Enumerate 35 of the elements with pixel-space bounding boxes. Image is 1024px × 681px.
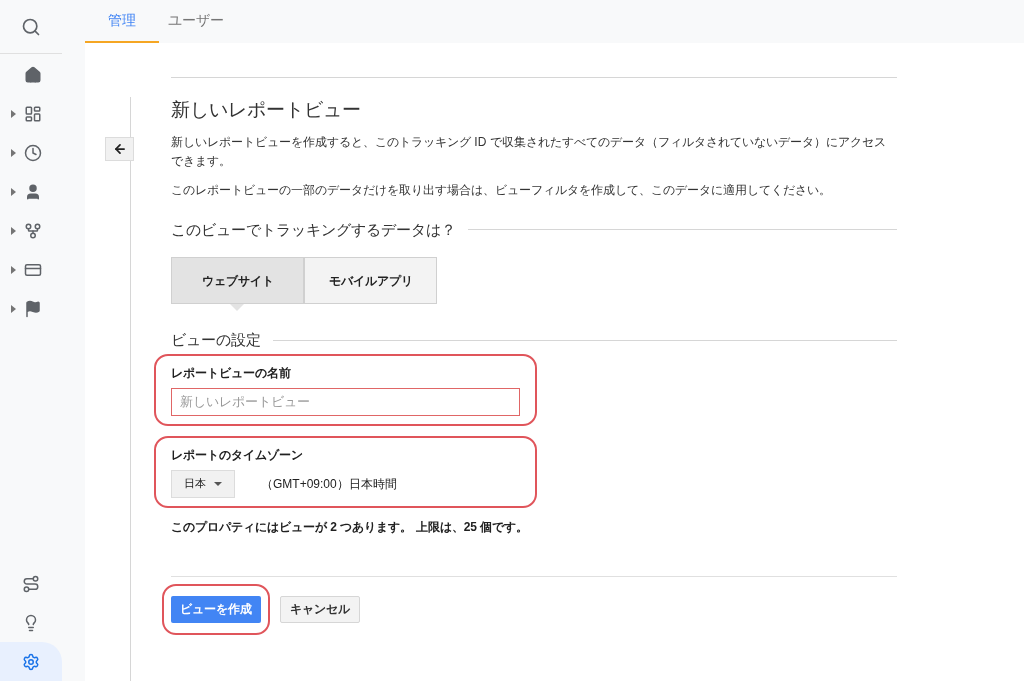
route-icon [22, 574, 40, 593]
home-icon [24, 65, 42, 84]
flag-icon [24, 299, 42, 318]
search-icon [21, 16, 41, 37]
limit-note-text: このプロパティにはビューが 2 つあります。 上限は、25 個です。 [171, 518, 530, 536]
caret-icon [11, 265, 16, 274]
person-icon [24, 182, 42, 201]
section-heading: ビューの設定 [171, 330, 261, 350]
sidebar-item[interactable] [0, 642, 62, 681]
caret-icon [11, 304, 16, 313]
settings-icon [22, 652, 40, 671]
caret-icon [214, 481, 222, 486]
caret-icon [11, 226, 16, 235]
page-title: 新しいレポートビュー [171, 98, 362, 122]
field-label: レポートビューの名前 [171, 364, 292, 382]
filter-note-text: このレポートビューの一部のデータだけを取り出す場合は、ビューフィルタを作成して、このデータに適用してください。 [171, 181, 832, 199]
pointer-triangle [230, 304, 244, 311]
data-type-toggle[interactable]: ウェブサイト [171, 257, 304, 304]
timezone-text: （GMT+09:00）日本時間 [261, 475, 397, 493]
view-name-field[interactable]: 新しいレポートビュー [171, 387, 520, 416]
field-label: レポートのタイムゾーン [171, 446, 304, 464]
description-text: 新しいレポートビューを作成すると、このトラッキング ID で収集されたすべてのデータ（フィルタされていないデータ）にアクセスできます。 [171, 133, 887, 170]
create-view-button[interactable]: ビューを作成 [171, 595, 261, 623]
clock-icon [24, 143, 42, 162]
caret-icon [11, 148, 16, 157]
dashboard-icon [24, 104, 42, 123]
section-heading: このビューでトラッキングするデータは？ [171, 219, 456, 240]
back-button[interactable] [105, 137, 134, 161]
data-type-toggle[interactable]: モバイルアプリ [304, 257, 437, 304]
country-dropdown[interactable]: 日本 [171, 469, 235, 498]
cancel-button[interactable]: キャンセル [280, 595, 360, 623]
caret-icon [11, 109, 16, 118]
fork-icon [24, 221, 42, 240]
tab[interactable]: ユーザー [159, 0, 233, 43]
caret-icon [11, 187, 16, 196]
